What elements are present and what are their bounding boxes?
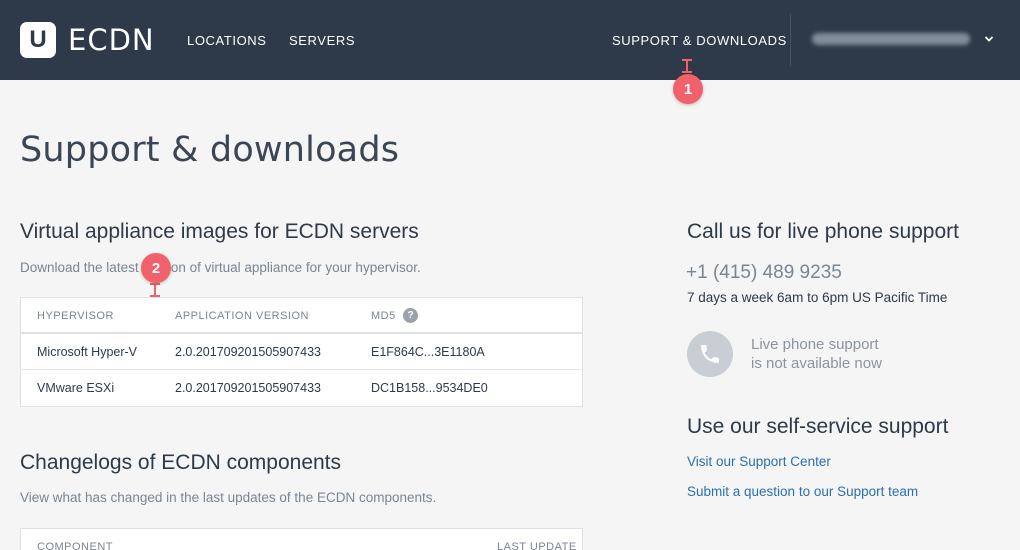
user-account-menu[interactable]	[812, 33, 994, 45]
appliances-table: HYPERVISOR APPLICATION VERSION MD5 ? Mic…	[20, 297, 583, 407]
annotation-badge-2: 2	[141, 253, 171, 283]
nav-divider	[790, 14, 791, 66]
page-title: Support & downloads	[20, 130, 400, 170]
table-header: HYPERVISOR APPLICATION VERSION MD5 ?	[21, 298, 582, 334]
column-header-version: APPLICATION VERSION	[175, 310, 309, 322]
appliances-heading: Virtual appliance images for ECDN server…	[20, 220, 419, 243]
nav-support-downloads[interactable]: SUPPORT & DOWNLOADS	[612, 33, 787, 48]
cell-md5: E1F864C...3E1180A	[371, 345, 485, 359]
column-header-hypervisor: HYPERVISOR	[37, 310, 114, 322]
self-service-heading: Use our self-service support	[687, 415, 949, 438]
cell-version: 2.0.201709201505907433	[175, 345, 321, 359]
annotation-cursor-1	[682, 59, 692, 73]
logo-mark-icon: U	[20, 22, 56, 58]
help-question-icon[interactable]: ?	[403, 308, 418, 323]
cell-md5: DC1B158...9534DE0	[371, 381, 488, 395]
phone-support-heading: Call us for live phone support	[687, 220, 959, 243]
changelogs-table: COMPONENT LAST UPDATE	[20, 528, 583, 550]
phone-icon	[687, 331, 733, 377]
table-header: COMPONENT LAST UPDATE	[21, 529, 582, 550]
phone-handset-icon	[701, 345, 719, 363]
annotation-cursor-2	[150, 283, 160, 297]
changelogs-subtitle: View what has changed in the last update…	[20, 490, 437, 505]
appliances-subtitle: Download the latest version of virtual a…	[20, 260, 421, 275]
live-support-status-line1: Live phone support	[751, 336, 879, 353]
support-phone-number: +1 (415) 489 9235	[686, 262, 842, 283]
table-row[interactable]: VMware ESXi 2.0.201709201505907433 DC1B1…	[21, 370, 582, 406]
column-header-last-update: LAST UPDATE	[497, 541, 577, 550]
logo-text: ECDN	[68, 23, 155, 57]
live-support-status-line2: is not available now	[751, 355, 882, 372]
changelogs-heading: Changelogs of ECDN components	[20, 451, 342, 474]
nav-locations[interactable]: LOCATIONS	[187, 33, 267, 48]
support-center-link[interactable]: Visit our Support Center	[687, 454, 831, 469]
top-navbar: U ECDN LOCATIONS SERVERS SUPPORT & DOWNL…	[0, 0, 1020, 80]
cell-hypervisor: VMware ESXi	[37, 381, 115, 395]
annotation-badge-1: 1	[673, 74, 703, 104]
support-hours: 7 days a week 6am to 6pm US Pacific Time	[687, 290, 948, 305]
cell-version: 2.0.201709201505907433	[175, 381, 321, 395]
submit-question-link[interactable]: Submit a question to our Support team	[687, 484, 918, 499]
column-header-md5: MD5	[371, 310, 396, 322]
user-email-redacted	[812, 33, 970, 45]
table-row[interactable]: Microsoft Hyper-V 2.0.201709201505907433…	[21, 334, 582, 370]
ecdn-logo[interactable]: U ECDN	[20, 22, 155, 58]
chevron-down-icon	[984, 36, 994, 42]
column-header-component: COMPONENT	[37, 541, 113, 550]
nav-servers[interactable]: SERVERS	[289, 33, 355, 48]
cell-hypervisor: Microsoft Hyper-V	[37, 345, 138, 359]
